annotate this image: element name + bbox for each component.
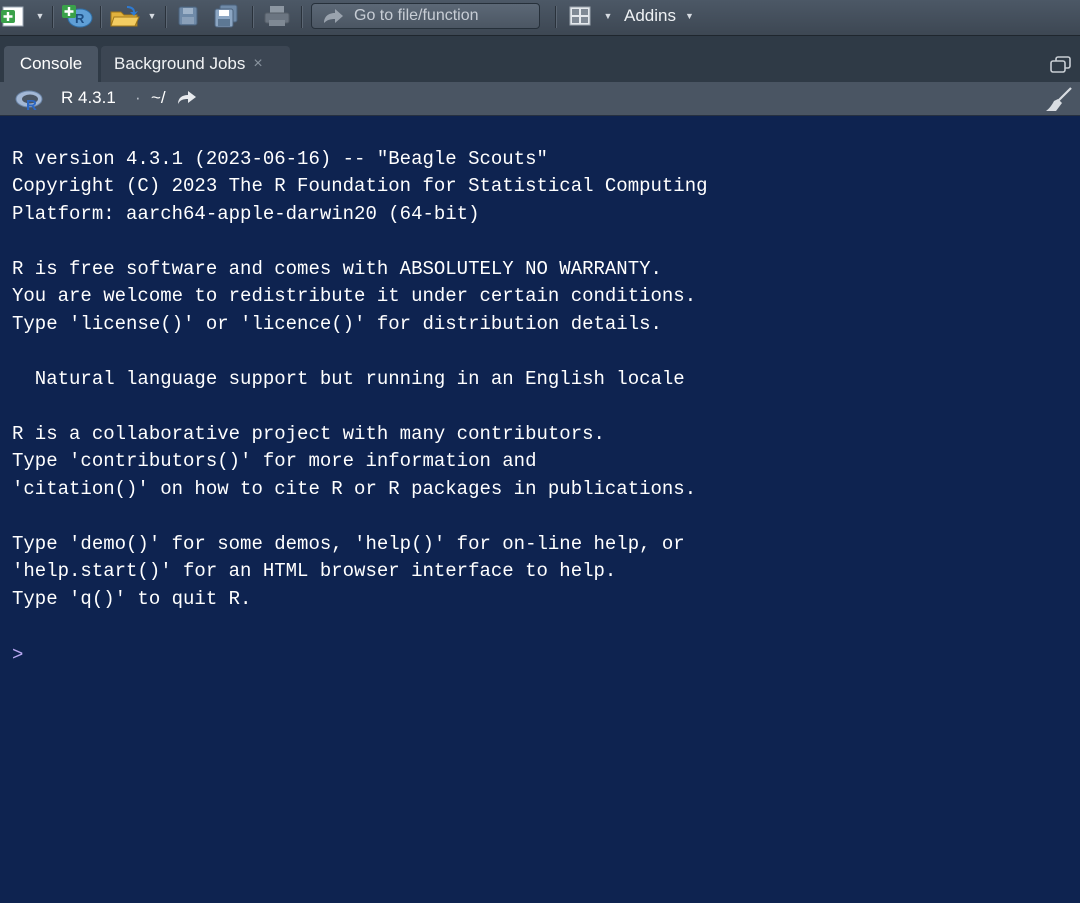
save-button[interactable] — [174, 4, 202, 28]
new-project-icon: R — [62, 5, 93, 28]
console-line: Type 'demo()' for some demos, 'help()' f… — [12, 533, 685, 555]
console-output[interactable]: R version 4.3.1 (2023-06-16) -- "Beagle … — [0, 116, 1080, 903]
close-icon[interactable]: × — [253, 55, 262, 73]
chevron-down-icon: ▼ — [684, 11, 694, 21]
tab-console-label: Console — [19, 54, 83, 73]
new-project-button[interactable]: R — [60, 4, 94, 28]
tab-console[interactable]: Console — [4, 46, 98, 82]
pane-layout-button[interactable] — [566, 4, 594, 28]
console-line: Platform: aarch64-apple-darwin20 (64-bit… — [12, 203, 480, 225]
console-line: Copyright (C) 2023 The R Foundation for … — [12, 175, 708, 197]
console-line: Type 'q()' to quit R. — [12, 588, 252, 610]
console-line: Type 'license()' or 'licence()' for dist… — [12, 313, 662, 335]
maximize-pane-button[interactable] — [1050, 56, 1072, 74]
pane-tab-bar: Console Background Jobs × — [0, 36, 1080, 82]
console-line: Type 'contributors()' for more informati… — [12, 450, 537, 472]
path-separator: · — [135, 88, 141, 107]
console-line: You are welcome to redistribute it under… — [12, 285, 697, 307]
save-icon — [178, 6, 198, 26]
tab-background-jobs[interactable]: Background Jobs × — [101, 46, 290, 82]
save-all-button[interactable] — [210, 4, 242, 28]
toolbar-separator — [100, 6, 101, 28]
toolbar-separator — [301, 6, 302, 28]
svg-text:R: R — [75, 11, 85, 26]
open-file-button[interactable] — [108, 4, 142, 28]
goto-file-function-input[interactable]: Go to file/function — [311, 3, 540, 29]
go-to-directory-icon[interactable] — [177, 90, 197, 106]
goto-placeholder: Go to file/function — [354, 7, 479, 24]
tab-background-jobs-label: Background Jobs — [114, 54, 246, 73]
new-file-dropdown[interactable]: ▼ — [33, 4, 47, 28]
new-file-icon — [1, 6, 24, 27]
console-line: 'citation()' on how to cite R or R packa… — [12, 478, 697, 500]
console-line: 'help.start()' for an HTML browser inter… — [12, 560, 617, 582]
svg-text:R: R — [26, 97, 37, 112]
r-version-label: R 4.3.1 — [61, 88, 116, 107]
addins-menu[interactable]: Addins ▼ — [624, 4, 710, 28]
console-line: R is free software and comes with ABSOLU… — [12, 258, 662, 280]
console-line: Natural language support but running in … — [12, 368, 685, 390]
console-path-bar: R R 4.3.1 · ~/ — [0, 82, 1080, 116]
toolbar-separator — [555, 6, 556, 28]
r-logo-icon: R — [15, 90, 43, 112]
console-line: R version 4.3.1 (2023-06-16) -- "Beagle … — [12, 148, 548, 170]
toolbar-separator — [165, 6, 166, 28]
addins-label: Addins — [624, 6, 676, 25]
open-file-icon — [110, 6, 140, 27]
clear-console-icon[interactable] — [1044, 86, 1074, 112]
print-icon — [264, 6, 290, 26]
toolbar-separator — [52, 6, 53, 28]
restore-window-icon — [1050, 56, 1071, 73]
console-prompt[interactable]: > — [12, 643, 23, 667]
working-directory-label[interactable]: ~/ — [151, 88, 166, 108]
toolbar-separator — [252, 6, 253, 28]
save-all-icon — [214, 4, 238, 28]
new-file-button[interactable] — [0, 4, 28, 28]
goto-arrow-icon — [320, 7, 346, 25]
console-line: R is a collaborative project with many c… — [12, 423, 605, 445]
open-file-dropdown[interactable]: ▼ — [145, 4, 159, 28]
main-toolbar: ▼ R ▼ Go to file/function ▼ Addins ▼ — [0, 0, 1080, 36]
grid-layout-icon — [569, 6, 591, 26]
print-button[interactable] — [260, 4, 294, 28]
pane-layout-dropdown[interactable]: ▼ — [601, 4, 615, 28]
